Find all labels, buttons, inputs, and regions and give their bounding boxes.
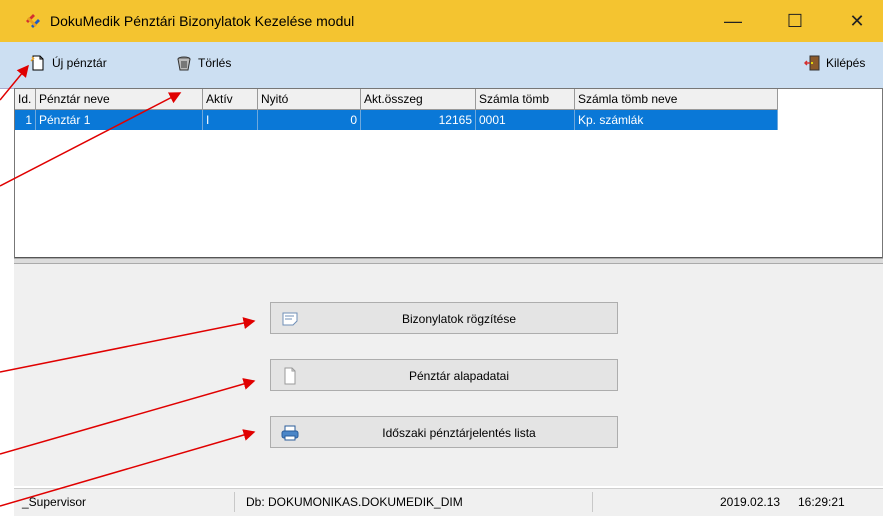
status-bar: _Supervisor Db: DOKUMONIKAS.DOKUMEDIK_DI… (14, 488, 883, 516)
maximize-button[interactable]: ☐ (772, 0, 818, 42)
delete-label: Törlés (198, 56, 232, 70)
cashdesk-basics-button[interactable]: Pénztár alapadatai (270, 359, 618, 391)
column-header-invoice-block[interactable]: Számla tömb (475, 89, 575, 110)
column-header-invoice-block-name[interactable]: Számla tömb neve (574, 89, 778, 110)
cell-invoice-block: 0001 (475, 109, 575, 130)
toolbar: Új pénztár Törlés Kilépés (0, 42, 883, 89)
new-cashdesk-button[interactable]: Új pénztár (30, 52, 107, 74)
app-logo-icon (26, 14, 40, 28)
status-separator (592, 492, 593, 512)
cell-active: I (202, 109, 258, 130)
status-database: Db: DOKUMONIKAS.DOKUMEDIK_DIM (246, 495, 463, 509)
title-bar[interactable]: DokuMedik Pénztári Bizonylatok Kezelése … (0, 0, 883, 42)
column-header-name[interactable]: Pénztár neve (35, 89, 203, 110)
status-date: 2019.02.13 (720, 495, 781, 509)
trash-bin-icon (177, 56, 191, 71)
app-window: DokuMedik Pénztári Bizonylatok Kezelése … (0, 0, 883, 516)
cell-id: 1 (15, 109, 36, 130)
grid-header-row: Id. Pénztár neve Aktív Nyitó Akt.összeg … (15, 89, 778, 110)
cell-current-amount: 12165 (360, 109, 476, 130)
delete-button[interactable]: Törlés (176, 52, 231, 74)
column-header-opening[interactable]: Nyitó (257, 89, 361, 110)
cashdesk-basics-label: Pénztár alapadatai (408, 369, 510, 383)
printer-icon (281, 425, 299, 441)
exit-label: Kilépés (826, 56, 866, 70)
voucher-form-icon (282, 312, 298, 326)
table-row[interactable]: 1 Pénztár 1 I 0 12165 0001 Kp. számlák (15, 109, 778, 130)
cell-invoice-block-name: Kp. számlák (574, 109, 778, 130)
cell-name: Pénztár 1 (35, 109, 203, 130)
window-title: DokuMedik Pénztári Bizonylatok Kezelése … (50, 13, 355, 29)
new-document-icon (30, 55, 44, 71)
status-time: 16:29:21 (798, 495, 845, 509)
cashdesk-grid[interactable]: Id. Pénztár neve Aktív Nyitó Akt.összeg … (14, 88, 883, 259)
column-header-current-amount[interactable]: Akt.összeg (360, 89, 476, 110)
status-separator (234, 492, 235, 512)
status-user: _Supervisor (22, 495, 87, 509)
close-button[interactable]: ✕ (834, 0, 880, 42)
cell-opening: 0 (257, 109, 361, 130)
column-header-active[interactable]: Aktív (202, 89, 258, 110)
record-vouchers-button[interactable]: Bizonylatok rögzítése (270, 302, 618, 334)
periodic-report-button[interactable]: Időszaki pénztárjelentés lista (270, 416, 618, 448)
new-cashdesk-label: Új pénztár (52, 56, 107, 70)
column-header-id[interactable]: Id. (15, 89, 36, 110)
exit-button[interactable]: Kilépés (804, 52, 865, 74)
document-icon (284, 367, 296, 385)
minimize-button[interactable]: — (710, 0, 756, 42)
periodic-report-label: Időszaki pénztárjelentés lista (382, 426, 536, 440)
record-vouchers-label: Bizonylatok rögzítése (401, 312, 517, 326)
exit-door-icon (804, 55, 820, 71)
